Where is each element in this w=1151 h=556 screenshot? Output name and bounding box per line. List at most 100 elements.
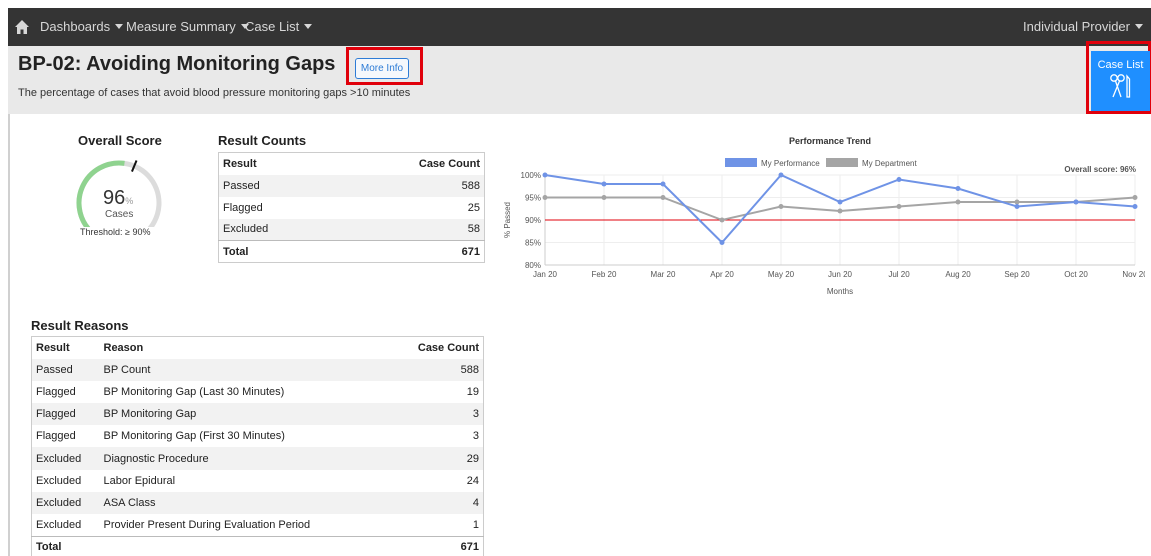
chevron-down-icon [115, 24, 124, 29]
result-counts-title: Result Counts [218, 133, 307, 148]
y-tick-label: 95% [525, 194, 541, 203]
result-counts-table: Result Case Count Passed 588 Flagged 25 Excl… [218, 152, 485, 263]
data-point-my-performance [542, 172, 548, 178]
result-reasons-title: Result Reasons [31, 318, 129, 333]
table-header-row: Result Case Count [219, 153, 485, 175]
total-row: Total 671 [31, 535, 484, 556]
y-tick-label: 90% [525, 216, 541, 225]
table-header-row: Result Reason Case Count [32, 337, 484, 359]
table-row: Flagged 25 [219, 197, 485, 219]
nav-case-list-label: Case List [245, 19, 300, 34]
data-point-my-department [719, 217, 725, 223]
legend-swatch-my-performance [725, 158, 757, 167]
data-point-my-performance [896, 177, 902, 182]
table-row: Excluded 58 [218, 218, 485, 241]
table-row: Excluded Provider Present During Evaluati… [32, 514, 484, 536]
measure-header: BP-02: Avoiding Monitoring Gaps The perc… [8, 46, 1151, 114]
case-list-button-label: Case List [1097, 59, 1144, 71]
reason-cell: BP Count [99, 358, 390, 381]
x-tick-label: Mar 20 [651, 270, 676, 279]
nav-measure-summary[interactable]: Measure Summary [126, 19, 249, 34]
total-row: Total 671 [218, 240, 485, 263]
table-row: Passed BP Count 588 [31, 358, 484, 381]
reason-cell: Diagnostic Procedure [99, 447, 390, 470]
table-row: Flagged BP Monitoring Gap (First 30 Minut… [32, 425, 484, 447]
x-tick-label: Sep 20 [1004, 270, 1030, 279]
data-point-my-performance [778, 172, 784, 178]
total-reason [99, 535, 390, 556]
result-cell: Flagged [223, 201, 263, 214]
case-list-button[interactable]: Case List [1091, 51, 1150, 111]
column-header-case-count: Case Count [418, 157, 480, 170]
user-menu-label: Individual Provider [1023, 19, 1130, 34]
reason-cell: ASA Class [99, 491, 390, 514]
home-icon[interactable] [14, 19, 30, 35]
case-count-cell: 3 [389, 403, 484, 426]
data-point-my-department [660, 195, 666, 200]
table-row: Passed 588 [218, 174, 485, 197]
table-row: Flagged BP Monitoring Gap 3 [31, 403, 484, 426]
total-label: Total [31, 535, 100, 556]
data-point-my-department [955, 199, 961, 205]
case-count-cell: 25 [467, 201, 480, 214]
score-cases-label: Cases [105, 209, 134, 220]
x-tick-label: Nov 20 [1122, 270, 1145, 279]
data-point-my-performance [837, 199, 843, 205]
score-unit: % [125, 196, 134, 206]
threshold-label: Threshold: ≥ 90% [80, 227, 151, 237]
data-point-my-performance [1073, 199, 1079, 205]
measure-description: The percentage of cases that avoid blood… [18, 87, 411, 99]
result-cell: Excluded [218, 218, 335, 241]
x-tick-label: Feb 20 [592, 270, 617, 279]
case-count-cell: 588 [389, 358, 484, 381]
data-point-my-performance [1014, 204, 1020, 209]
user-menu[interactable]: Individual Provider [1023, 19, 1143, 34]
overall-score-label: Overall score: 96% [1064, 165, 1136, 174]
chart-title: Performance Trend [789, 136, 871, 146]
result-cell: Passed [31, 358, 100, 381]
result-reasons-table: Result Reason Case Count Passed BP Count 5… [31, 336, 484, 556]
data-point-my-performance [601, 181, 607, 187]
data-point-my-department [837, 208, 843, 214]
data-point-my-performance [719, 240, 725, 245]
case-count-cell: 588 [334, 174, 485, 197]
top-navbar: Dashboards Measure Summary Case List Ind… [8, 8, 1151, 46]
score-number: 96 [103, 187, 126, 209]
left-margin [0, 0, 8, 556]
data-point-my-department [778, 204, 784, 209]
x-tick-label: Jan 20 [533, 270, 558, 279]
result-cell: Excluded [36, 474, 82, 487]
table-row: Excluded Diagnostic Procedure 29 [31, 447, 484, 470]
total-label: Total [218, 240, 335, 263]
column-header-result: Result [36, 341, 70, 354]
data-point-my-department [896, 204, 902, 209]
case-count-cell: 1 [472, 518, 479, 531]
reason-cell: Labor Epidural [103, 474, 176, 487]
case-count-cell: 24 [466, 474, 479, 487]
x-tick-label: Jun 20 [828, 270, 853, 279]
legend-swatch-my-department [826, 158, 858, 167]
data-point-my-performance [955, 186, 961, 191]
legend-label-my-performance: My Performance [761, 159, 820, 168]
x-tick-label: Apr 20 [710, 270, 734, 279]
nav-case-list[interactable]: Case List [245, 19, 313, 34]
case-count-cell: 58 [334, 218, 485, 241]
nav-dashboards[interactable]: Dashboards [40, 19, 124, 34]
case-count-cell: 4 [389, 491, 484, 514]
reason-cell: BP Monitoring Gap [99, 403, 390, 426]
nav-dashboards-label: Dashboards [40, 19, 111, 34]
y-axis-label: % Passed [503, 202, 512, 238]
legend-label-my-department: My Department [862, 159, 917, 168]
more-info-button[interactable]: More Info [355, 58, 409, 79]
column-header-result: Result [223, 157, 257, 170]
data-point-my-performance [660, 181, 666, 187]
overall-score-title: Overall Score [78, 133, 162, 148]
total-count: 671 [334, 240, 485, 263]
case-count-cell: 3 [472, 430, 479, 443]
x-tick-label: Aug 20 [945, 270, 971, 279]
table-row: Excluded ASA Class 4 [31, 491, 484, 514]
y-tick-label: 85% [525, 239, 541, 248]
result-cell: Excluded [36, 518, 82, 531]
total-count: 671 [389, 535, 484, 556]
data-point-my-department [542, 195, 548, 200]
